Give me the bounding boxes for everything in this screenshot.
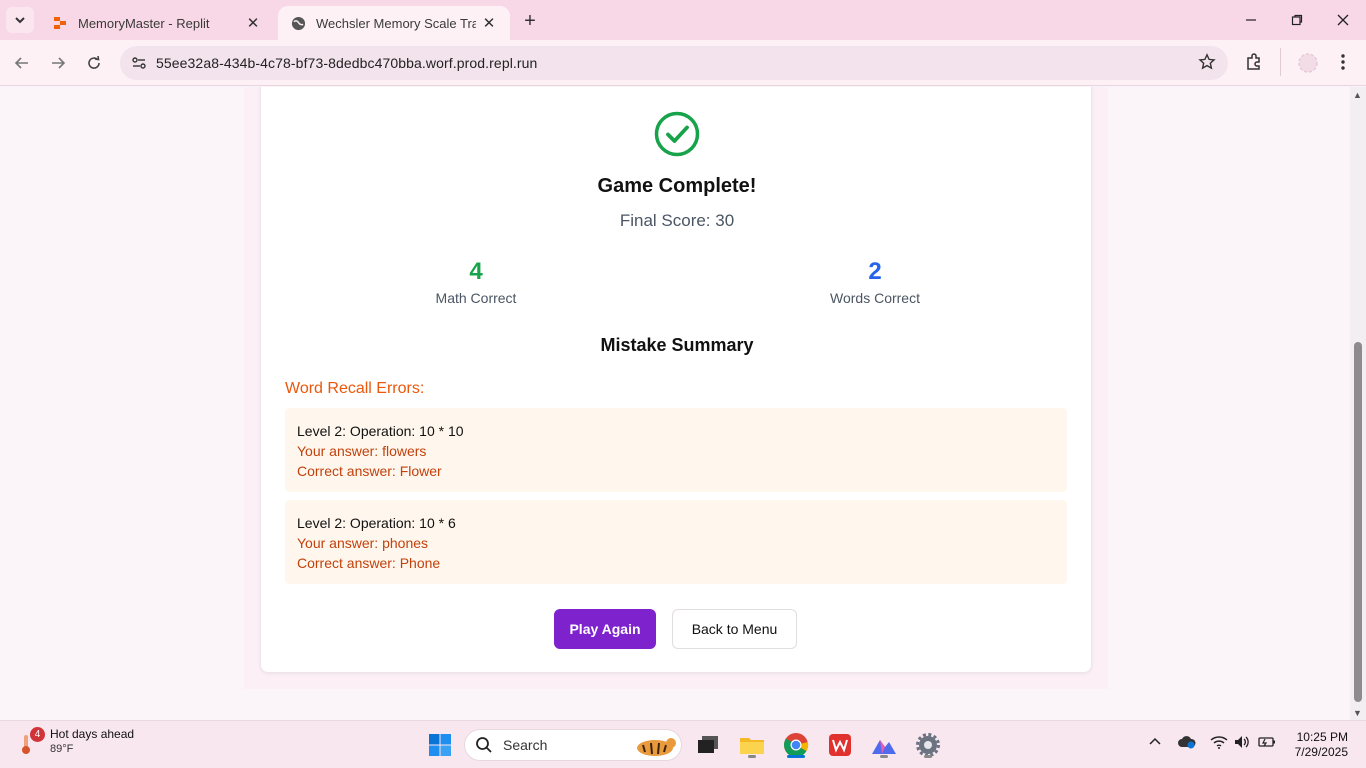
arrow-right-icon	[52, 57, 66, 69]
folder-icon	[740, 738, 764, 754]
minimize-icon	[1246, 19, 1256, 21]
game-complete-title: Game Complete!	[597, 175, 757, 197]
back-to-menu-button[interactable]: Back to Menu	[672, 609, 797, 649]
word-recall-errors-heading: Word Recall Errors:	[285, 380, 425, 397]
globe-icon	[290, 15, 306, 31]
page-viewport: Game Complete! Final Score: 30 4 Math Co…	[0, 87, 1350, 720]
back-button[interactable]	[8, 49, 36, 77]
windows-logo-icon	[429, 734, 451, 756]
error-your-answer: Your answer: flowers	[297, 443, 427, 459]
results-card: Game Complete! Final Score: 30 4 Math Co…	[260, 87, 1092, 673]
extensions-icon[interactable]	[1244, 52, 1264, 77]
browser-toolbar: 55ee32a8-434b-4c78-bf73-8dedbc470bba.wor…	[0, 40, 1366, 86]
weather-badge: 4	[30, 727, 45, 742]
math-correct-value: 4	[469, 258, 483, 285]
forward-button[interactable]	[44, 49, 72, 77]
close-tab-icon[interactable]: ✕	[244, 14, 262, 32]
words-correct-stat: 2 Words Correct	[775, 258, 975, 306]
error-correct-answer: Correct answer: Phone	[297, 555, 441, 571]
new-tab-button[interactable]: +	[518, 9, 542, 33]
error-operation: Level 2: Operation: 10 * 10	[297, 423, 464, 439]
file-explorer-button[interactable]	[736, 729, 768, 761]
task-view-icon	[698, 736, 718, 753]
search-placeholder: Search	[503, 737, 548, 753]
thermometer-icon: 4	[14, 727, 45, 755]
profile-avatar[interactable]	[1297, 52, 1319, 79]
close-window-button[interactable]	[1320, 8, 1366, 32]
scroll-up-icon[interactable]: ▲	[1353, 90, 1362, 100]
page-scrollbar[interactable]: ▲ ▼	[1350, 87, 1366, 720]
show-hidden-icons-chevron-icon[interactable]	[1148, 735, 1162, 750]
tiger-search-highlight-icon	[637, 738, 676, 756]
error-operation: Level 2: Operation: 10 * 6	[297, 515, 456, 531]
scroll-down-icon[interactable]: ▼	[1353, 708, 1362, 718]
error-item: Level 2: Operation: 10 * 10 Your answer:…	[285, 408, 1067, 492]
bookmark-star-icon[interactable]	[1198, 53, 1216, 76]
start-button[interactable]	[424, 729, 456, 761]
tab-search-menu-button[interactable]	[6, 7, 34, 33]
search-icon	[476, 737, 492, 753]
error-correct-answer: Correct answer: Flower	[297, 463, 442, 479]
url-text: 55ee32a8-434b-4c78-bf73-8dedbc470bba.wor…	[156, 55, 538, 71]
error-item: Level 2: Operation: 10 * 6 Your answer: …	[285, 500, 1067, 584]
restore-icon	[1291, 14, 1303, 26]
toolbar-divider	[1280, 48, 1281, 76]
volume-icon[interactable]	[1234, 735, 1250, 752]
tab-wechsler[interactable]: Wechsler Memory Scale Training ✕	[278, 6, 510, 40]
words-correct-value: 2	[868, 258, 882, 285]
settings-button[interactable]	[912, 729, 944, 761]
photos-app-button[interactable]	[868, 729, 900, 761]
address-bar[interactable]: 55ee32a8-434b-4c78-bf73-8dedbc470bba.wor…	[120, 46, 1228, 80]
wps-office-icon	[829, 734, 851, 756]
task-view-button[interactable]	[692, 729, 724, 761]
taskbar-search[interactable]: Search	[464, 729, 682, 761]
chevron-down-icon	[15, 17, 25, 24]
site-info-icon[interactable]	[122, 55, 156, 71]
weather-title: Hot days ahead	[50, 727, 135, 741]
reload-icon	[88, 55, 100, 69]
math-correct-stat: 4 Math Correct	[376, 258, 576, 306]
words-correct-label: Words Correct	[830, 290, 920, 306]
error-your-answer: Your answer: phones	[297, 535, 429, 551]
wps-office-button[interactable]	[824, 729, 856, 761]
tab-bar: MemoryMaster - Replit ✕ Wechsler Memory …	[0, 0, 1366, 40]
arrow-left-icon	[14, 57, 28, 69]
mountain-app-icon	[872, 740, 896, 754]
clock-time: 10:25 PM	[1296, 730, 1348, 744]
final-score: Final Score: 30	[619, 211, 735, 230]
weather-widget[interactable]: 4 Hot days ahead 89°F	[14, 727, 134, 755]
restore-button[interactable]	[1274, 8, 1320, 32]
tab-title: MemoryMaster - Replit	[78, 15, 210, 31]
replit-favicon-icon	[52, 15, 68, 31]
check-circle-icon	[654, 111, 700, 157]
tab-memorymaster[interactable]: MemoryMaster - Replit ✕	[40, 6, 274, 40]
taskbar: 4 Hot days ahead 89°F Search 10:25 PM 7/…	[0, 720, 1366, 768]
mistake-summary-title: Mistake Summary	[600, 335, 754, 355]
clock-date: 7/29/2025	[1294, 745, 1348, 759]
wifi-icon[interactable]	[1210, 735, 1228, 752]
reload-button[interactable]	[80, 49, 108, 77]
close-icon	[1337, 14, 1349, 26]
battery-icon[interactable]	[1258, 735, 1276, 752]
close-tab-icon[interactable]: ✕	[480, 14, 498, 32]
scroll-thumb[interactable]	[1354, 342, 1362, 702]
weather-temp: 89°F	[50, 743, 74, 755]
minimize-button[interactable]	[1228, 8, 1274, 32]
gear-icon	[916, 733, 940, 757]
onedrive-cloud-icon[interactable]	[1177, 735, 1197, 752]
play-again-button[interactable]: Play Again	[554, 609, 656, 649]
chrome-button[interactable]	[780, 729, 812, 761]
math-correct-label: Math Correct	[435, 290, 517, 306]
tab-title: Wechsler Memory Scale Training	[316, 15, 476, 31]
more-options-icon[interactable]	[1336, 52, 1350, 77]
system-clock[interactable]: 10:25 PM 7/29/2025	[1284, 730, 1348, 760]
